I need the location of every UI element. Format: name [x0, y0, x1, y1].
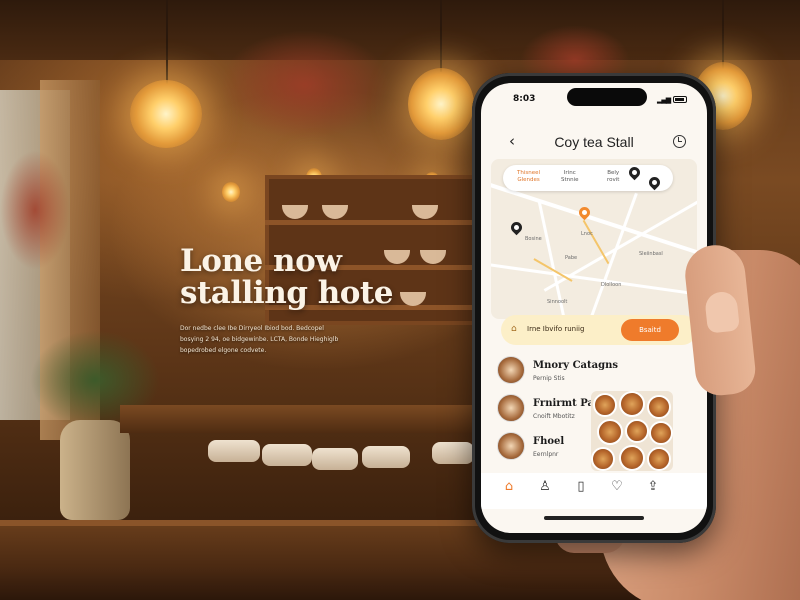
map-label: Sinnoolt	[547, 299, 568, 305]
app-header: ‹ Coy tea Stall	[481, 127, 707, 157]
headline-subtext: Dor nedbe clee Ibe Dirryeol Ibiod bod. B…	[180, 323, 380, 356]
avatar	[497, 356, 525, 384]
signal-icon: ▂▄▆	[657, 96, 671, 104]
map-pin[interactable]	[508, 219, 525, 236]
dynamic-island	[567, 88, 647, 106]
filter-chip[interactable]: Bely rovit	[607, 170, 619, 184]
map-view[interactable]: Thisneel Glendes Irinc Stnnie Bely rovit…	[491, 159, 697, 319]
list-item[interactable]: Mnory Catagns Pernip Stis	[497, 356, 697, 396]
list-item-subtitle: Pernip Stis	[533, 375, 565, 382]
home-icon[interactable]: ⌂	[501, 479, 517, 495]
plate-stack	[432, 442, 474, 464]
plate-stack	[362, 446, 410, 468]
map-label: Dlolloon	[601, 282, 622, 288]
banner-button[interactable]: Bsaitd	[621, 319, 679, 341]
list-item-subtitle: Eernlpnr	[533, 451, 559, 458]
clock-icon[interactable]	[673, 135, 686, 148]
pendant-lamp	[130, 80, 202, 148]
bottom-nav: ⌂ ♙ ▯ ♡ ⇪	[481, 473, 707, 509]
bag-icon: ⌂	[511, 324, 517, 334]
map-label: Pabe	[565, 255, 578, 261]
share-icon[interactable]: ⇪	[645, 479, 661, 495]
avatar	[497, 432, 525, 460]
filter-chip[interactable]: Irinc Stnnie	[561, 170, 579, 184]
subtext-line-3: bopedrobed elgone codvete.	[180, 347, 267, 354]
hanging-flowers	[220, 30, 390, 140]
map-label: Sleiinbasl	[639, 251, 663, 257]
list-item-title: Mnory Catagns	[533, 360, 618, 371]
plate-stack	[262, 444, 312, 466]
ceiling-beam	[0, 0, 800, 60]
status-time: 8:03	[513, 94, 536, 104]
plate-stack	[312, 448, 358, 470]
food-photo[interactable]	[591, 391, 673, 471]
promo-banner: ⌂ Irne Ibvifo runiig Bsaitd	[501, 315, 697, 345]
counter	[120, 405, 520, 433]
subtext-line-1: Dor nedbe clee Ibe Dirryeol Ibiod bod. B…	[180, 325, 324, 332]
subtext-line-2: bosying 2 94, oe bidgewinbe. LCTA, Bonde…	[180, 336, 339, 343]
filter-chip[interactable]: Thisneel Glendes	[517, 170, 540, 184]
map-label: Lnoc	[581, 231, 593, 237]
headline: Lone now stalling hote	[180, 245, 440, 309]
bookmark-icon[interactable]: ▯	[573, 479, 589, 495]
headline-line-1: Lone now	[180, 243, 342, 279]
list-item-subtitle: Cnoift Mbotitz	[533, 413, 575, 420]
heart-icon[interactable]: ♡	[609, 479, 625, 495]
map-label: Bosine	[525, 236, 542, 242]
pendant-lamp	[408, 68, 474, 140]
small-bulb	[222, 182, 240, 202]
headline-line-2: stalling hote	[180, 275, 393, 311]
user-icon[interactable]: ♙	[537, 479, 553, 495]
banner-text: Irne Ibvifo runiig	[527, 325, 585, 333]
wall-flowers	[0, 150, 70, 270]
avatar	[497, 394, 525, 422]
plate-stack	[208, 440, 260, 462]
list-item-title: Fhoel	[533, 436, 565, 447]
home-indicator	[544, 516, 644, 520]
battery-icon	[673, 96, 687, 103]
phone-screen: 8:03 ▂▄▆ ‹ Coy tea Stall Thisneel Glende…	[481, 83, 707, 533]
vase	[60, 420, 130, 520]
